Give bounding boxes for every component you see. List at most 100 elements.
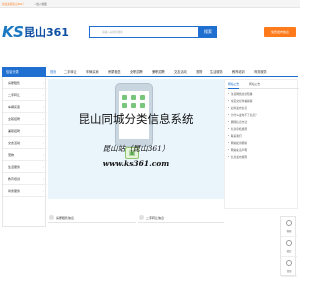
swap-icon [139, 215, 144, 220]
notice-item[interactable]: 为什么发布不了信息？ [227, 112, 297, 119]
sidebar-item-business[interactable]: 商务服务 › [3, 185, 47, 197]
notice-item[interactable]: 网站使用帮助 [227, 140, 297, 147]
sidebar-item-label: 宠物 [8, 153, 15, 157]
notice-item[interactable]: 常见交易诈骗揭秘 [227, 98, 297, 105]
tab-notice-2[interactable]: 网站公告 [249, 80, 260, 89]
tab-life-services[interactable]: 生活服务 [210, 67, 223, 77]
sidebar-item-label: 兼职招聘 [8, 129, 21, 133]
hero-banner[interactable]: 昆山同城分类信息系统 ▣ 昆山站（昆山361） www.ks361.com [48, 79, 224, 199]
tab-fulltime[interactable]: 全职招聘 [130, 67, 143, 77]
sidebar-item-pets[interactable]: 宠物 › [3, 149, 47, 161]
notice-item[interactable]: 删除信息方法 [227, 119, 297, 126]
tab-pets[interactable]: 宠物 [196, 67, 202, 77]
notice-text: 如何发布信息 [230, 106, 248, 110]
notice-item[interactable]: 信息发布规则 [227, 154, 297, 161]
bullet-icon [228, 106, 230, 109]
float-label: 客服 [286, 230, 292, 233]
notice-item[interactable]: 信息审核规则 [227, 126, 297, 133]
notice-item[interactable]: 如何发布信息 [227, 105, 297, 112]
tab-housing[interactable]: 房屋租售 [108, 67, 121, 77]
tab-education[interactable]: 教育培训 [232, 67, 245, 77]
notice-text: 网站免责声明 [230, 148, 248, 152]
category-title: 信息分类 [2, 67, 46, 77]
banner-subtitle: 昆山站（昆山361） [102, 144, 170, 153]
notice-text: 联系我们 [230, 134, 242, 138]
tab-parttime[interactable]: 兼职招聘 [152, 67, 165, 77]
sidebar-item-secondhand[interactable]: 二手转让 › [3, 89, 47, 101]
section-title[interactable]: 二手转让信息 [146, 213, 164, 223]
bullet-icon [228, 134, 230, 137]
chevron-right-icon: › [42, 189, 44, 193]
notice-item[interactable]: 联系我们 [227, 133, 297, 140]
wechat-button[interactable]: 微信 [281, 237, 297, 257]
search-button[interactable]: 搜索 [199, 26, 217, 38]
banner-url: www.ks361.com [102, 159, 170, 168]
house-icon [49, 215, 54, 220]
wechat-icon [286, 240, 292, 246]
app-tile [131, 103, 136, 108]
chevron-right-icon: › [42, 81, 44, 85]
chevron-right-icon: › [42, 141, 44, 145]
chevron-right-icon: › [42, 177, 44, 181]
chevron-right-icon: › [42, 153, 44, 157]
sidebar-item-label: 商务服务 [8, 189, 21, 193]
tab-home[interactable]: 首页 [50, 67, 56, 77]
secondhand-section-header: 二手转让信息 [138, 213, 224, 223]
notice-text: 注意网络交易陷阱 [230, 92, 253, 96]
sidebar-item-fulltime[interactable]: 全职招聘 › [3, 113, 47, 125]
floating-toolbar: 客服 微信 顶部 [280, 216, 297, 277]
banner-headline: 昆山同城分类信息系统 [78, 112, 194, 126]
housing-section-header: 房屋租售信息 [48, 213, 136, 223]
notice-text: 网站使用帮助 [230, 141, 248, 145]
notice-item[interactable]: 注意网络交易陷阱 [227, 91, 297, 98]
notice-item[interactable]: 网站免责声明 [227, 147, 297, 154]
section-title[interactable]: 房屋租售信息 [56, 213, 74, 223]
tab-vehicles[interactable]: 车辆买卖 [86, 67, 99, 77]
sidebar-item-housing[interactable]: 房屋租售 › [3, 77, 47, 89]
tab-dating[interactable]: 交友活动 [174, 67, 187, 77]
headset-icon [286, 220, 292, 226]
sidebar-item-label: 房屋租售 [8, 81, 21, 85]
sidebar-item-dating[interactable]: 交友活动 › [3, 137, 47, 149]
sidebar-item-label: 二手转让 [8, 93, 21, 97]
post-info-button[interactable]: 免费发布信息 [264, 27, 296, 37]
chevron-right-icon: › [42, 165, 44, 169]
search-input[interactable]: 请输入关键词搜索 [102, 30, 123, 34]
tab-business[interactable]: 商务服务 [254, 67, 267, 77]
app-tile [122, 95, 127, 100]
customer-service-button[interactable]: 客服 [281, 217, 297, 237]
notice-text: 常见交易诈骗揭秘 [230, 99, 253, 103]
notice-text: 信息发布规则 [230, 155, 248, 159]
sidebar-item-label: 教育培训 [8, 177, 21, 181]
logo-mark: KS [2, 23, 24, 41]
tab-secondhand[interactable]: 二手转让 [64, 67, 77, 77]
search-box[interactable]: 请输入关键词搜索 [89, 26, 199, 38]
bullet-icon [228, 92, 230, 95]
tab-notice-1[interactable]: 网站公告 [228, 80, 240, 89]
sidebar-item-vehicles[interactable]: 车辆买卖 › [3, 101, 47, 113]
chevron-right-icon: › [42, 93, 44, 97]
app-tile [131, 95, 136, 100]
bullet-icon [228, 155, 230, 158]
site-logo[interactable]: KS 昆山361 [2, 22, 69, 42]
chevron-right-icon: › [42, 105, 44, 109]
sidebar-item-label: 全职招聘 [8, 117, 21, 121]
sidebar-item-parttime[interactable]: 兼职招聘 › [3, 125, 47, 137]
app-tile [122, 103, 127, 108]
sidebar-item-life-services[interactable]: 生活服务 › [3, 161, 47, 173]
logo-name: 昆山361 [24, 26, 69, 39]
chevron-right-icon: › [42, 129, 44, 133]
sidebar-item-label: 交友活动 [8, 141, 21, 145]
notice-text: 信息审核规则 [230, 127, 248, 131]
bullet-icon [228, 99, 230, 102]
bullet-icon [228, 113, 230, 116]
bullet-icon [228, 141, 230, 144]
bullet-icon [228, 148, 230, 151]
notice-panel: 网站公告 网站公告 注意网络交易陷阱 常见交易诈骗揭秘 如何发布信息 为什么发布… [224, 79, 299, 209]
back-to-top-button[interactable]: 顶部 [281, 257, 297, 277]
app-tile [140, 103, 145, 108]
arrow-up-icon [286, 260, 292, 266]
notice-text: 删除信息方法 [230, 120, 248, 124]
add-favorite-link[interactable]: ☆加入收藏 [34, 2, 47, 6]
sidebar-item-education[interactable]: 教育培训 › [3, 173, 47, 185]
